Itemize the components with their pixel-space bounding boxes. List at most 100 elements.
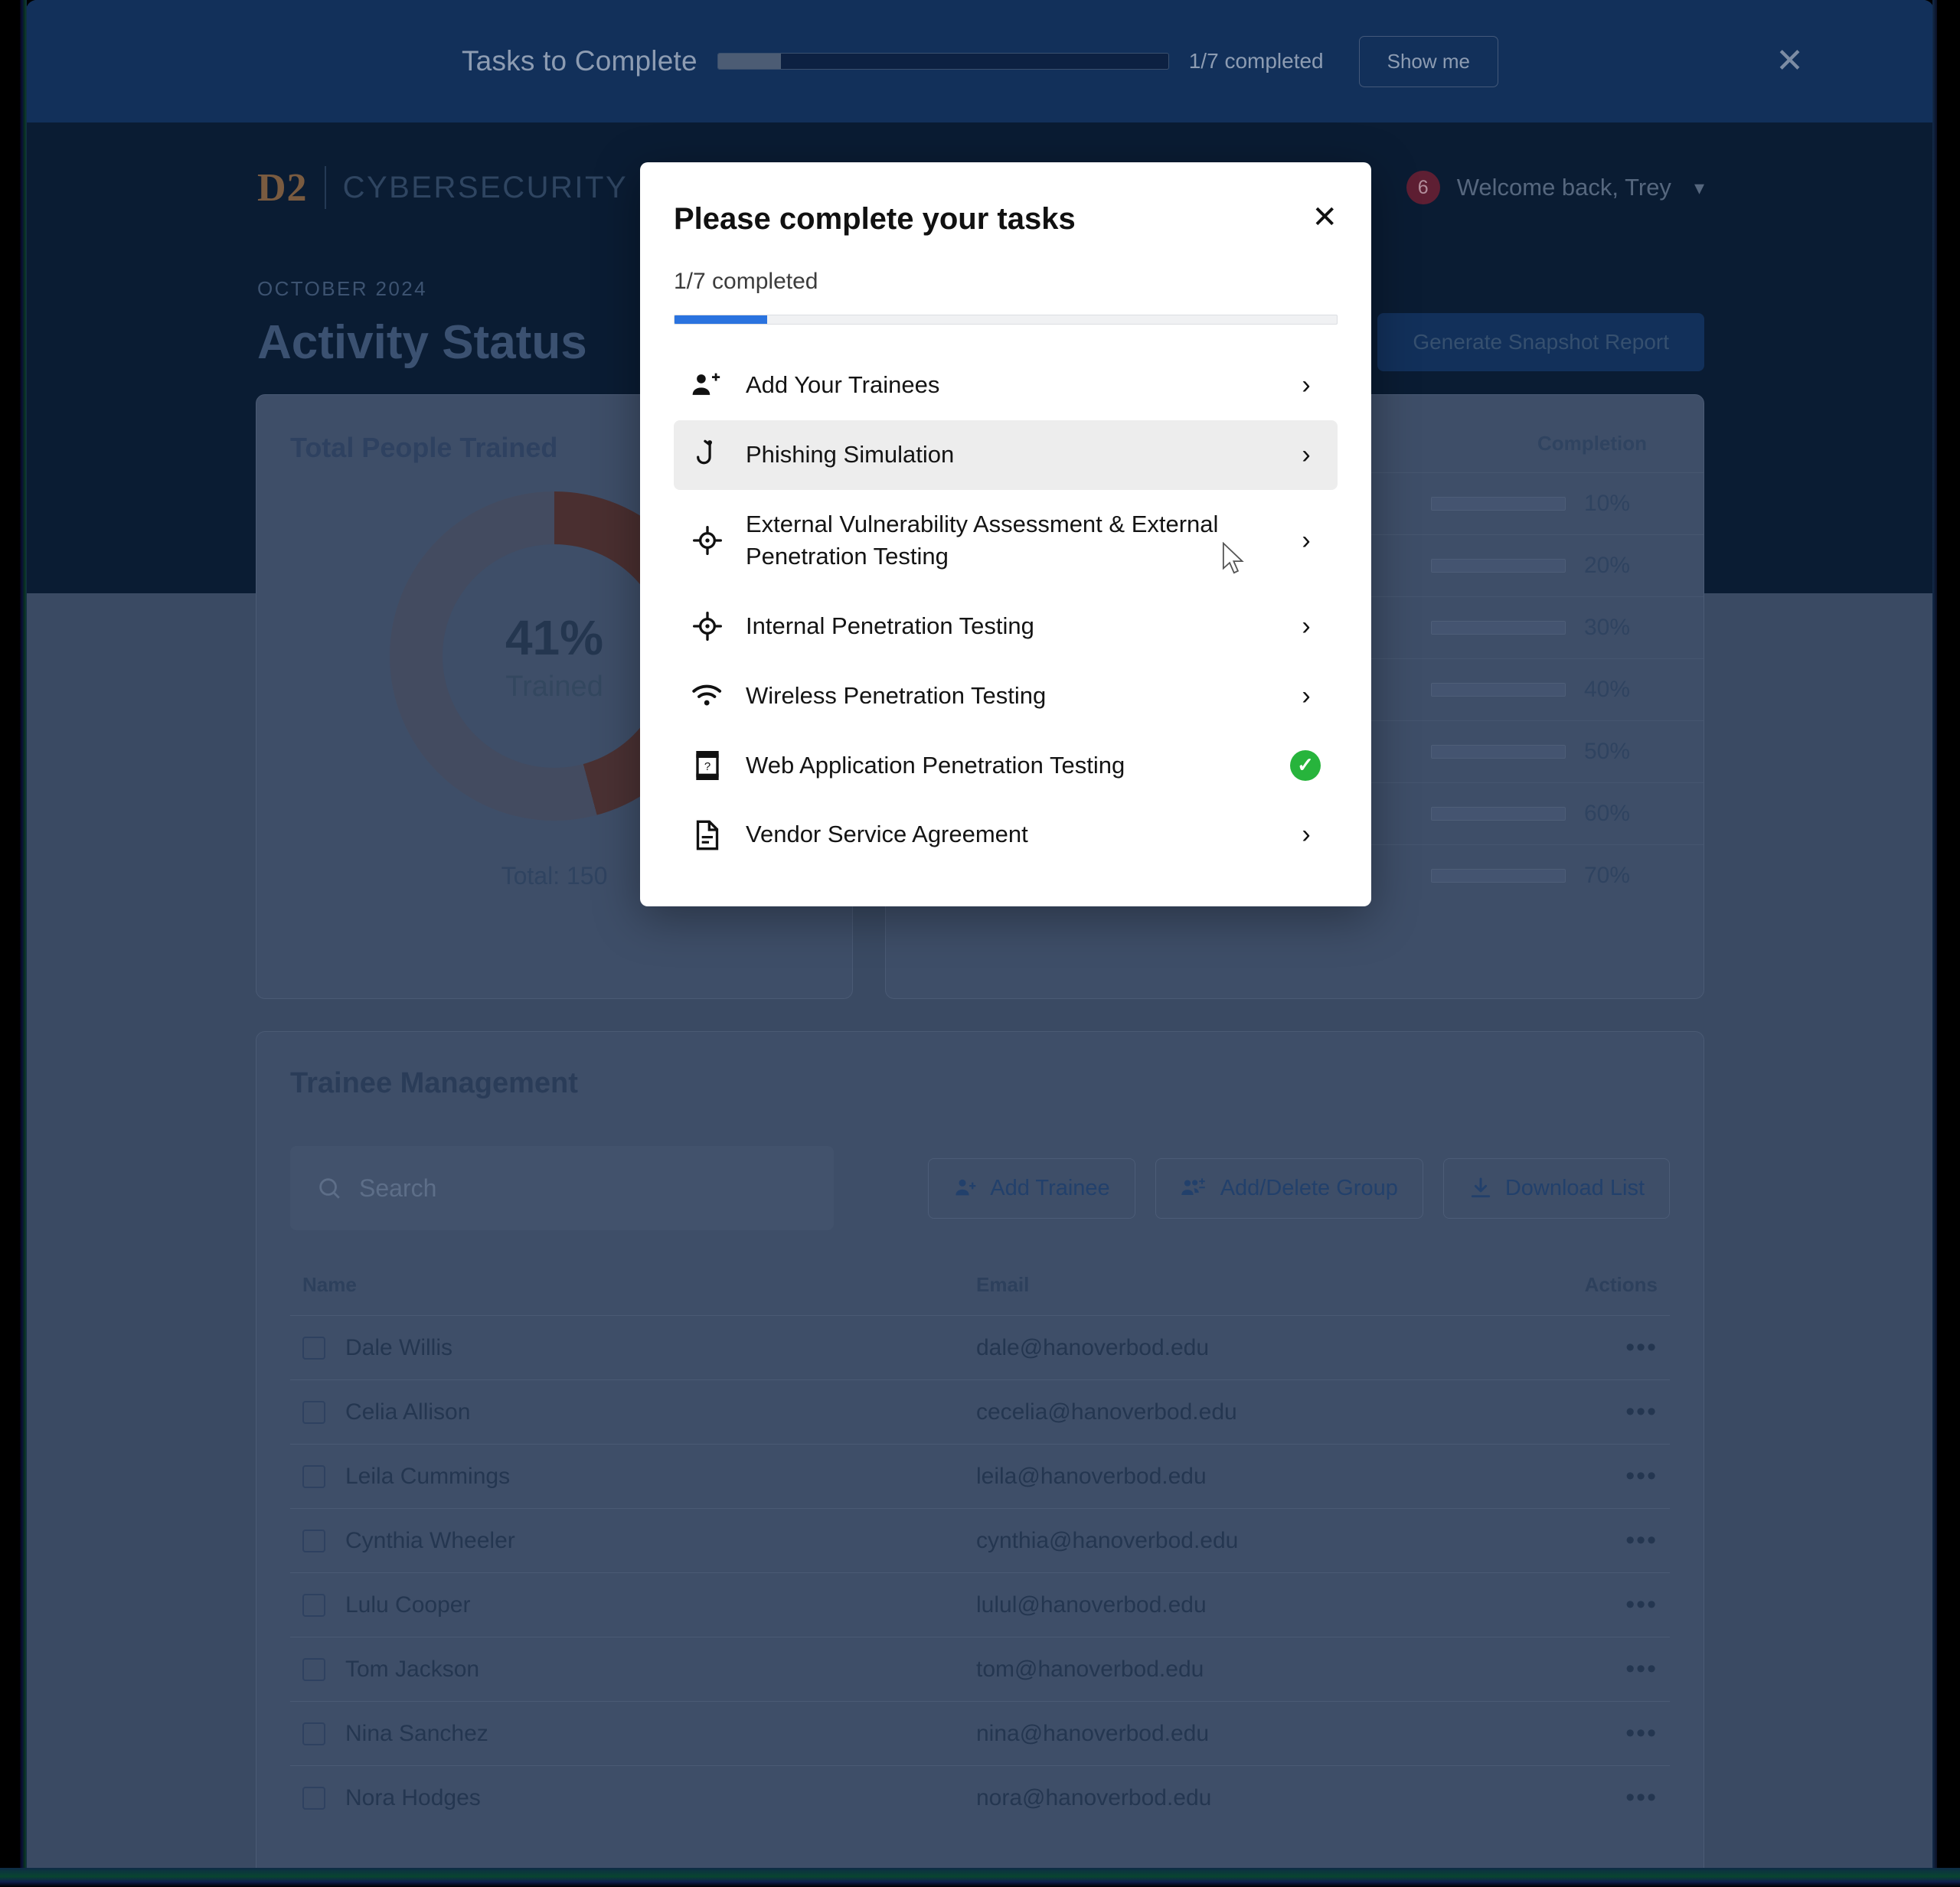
row-checkbox[interactable] bbox=[302, 1657, 325, 1681]
add-trainee-label: Add Trainee bbox=[990, 1175, 1110, 1200]
chevron-right-icon[interactable]: › bbox=[1292, 681, 1321, 711]
trainee-name: Leila Cummings bbox=[345, 1463, 511, 1489]
table-row[interactable]: Nora Hodges nora@hanoverbod.edu ••• bbox=[290, 1765, 1670, 1830]
user-menu[interactable]: 6 Welcome back, Trey ▾ bbox=[1406, 171, 1704, 204]
mouse-cursor bbox=[1222, 542, 1244, 574]
logo-wordmark: CYBERSECURITY bbox=[342, 170, 629, 204]
row-actions-menu-icon[interactable]: ••• bbox=[1566, 1397, 1658, 1427]
row-checkbox[interactable] bbox=[302, 1464, 325, 1488]
chevron-right-icon[interactable]: › bbox=[1292, 371, 1321, 400]
task-label: Internal Penetration Testing bbox=[746, 612, 1034, 640]
fish-hook-icon bbox=[691, 439, 724, 470]
row-checkbox[interactable] bbox=[302, 1786, 325, 1810]
trainee-management-card: Trainee Management Search Add Trainee Ad… bbox=[256, 1031, 1704, 1887]
page-title: Activity Status bbox=[257, 315, 587, 369]
add-delete-group-button[interactable]: Add/Delete Group bbox=[1155, 1157, 1423, 1219]
window-left-edge bbox=[20, 0, 27, 1887]
completion-progress-bar bbox=[1431, 683, 1566, 697]
task-list-item[interactable]: Add Your Trainees › bbox=[674, 351, 1338, 420]
completion-progress-bar bbox=[1431, 745, 1566, 759]
table-row[interactable]: Cynthia Wheeler cynthia@hanoverbod.edu ••• bbox=[290, 1508, 1670, 1572]
trainee-email: nora@hanoverbod.edu bbox=[976, 1784, 1212, 1810]
modal-title: Please complete your tasks bbox=[674, 202, 1076, 236]
trainee-name: Nina Sanchez bbox=[345, 1720, 488, 1746]
modal-progress-fill bbox=[675, 315, 768, 324]
trainee-email: cecelia@hanoverbod.edu bbox=[976, 1399, 1237, 1425]
download-icon bbox=[1471, 1177, 1490, 1198]
table-row[interactable]: Nina Sanchez nina@hanoverbod.edu ••• bbox=[290, 1701, 1670, 1765]
completion-progress-bar bbox=[1431, 497, 1566, 511]
row-checkbox[interactable] bbox=[302, 1529, 325, 1552]
close-icon[interactable]: ✕ bbox=[1312, 202, 1338, 233]
search-input[interactable]: Search bbox=[290, 1146, 834, 1230]
notification-badge[interactable]: 6 bbox=[1406, 171, 1440, 204]
row-actions-menu-icon[interactable]: ••• bbox=[1566, 1590, 1658, 1620]
row-checkbox[interactable] bbox=[302, 1722, 325, 1745]
web-app-icon: ? bbox=[691, 750, 724, 781]
chevron-down-icon[interactable]: ▾ bbox=[1694, 176, 1704, 200]
table-row[interactable]: Leila Cummings leila@hanoverbod.edu ••• bbox=[290, 1444, 1670, 1508]
task-list-item[interactable]: Vendor Service Agreement › bbox=[674, 800, 1338, 870]
column-header-actions: Actions bbox=[1584, 1273, 1658, 1296]
completion-percent-label: 30% bbox=[1584, 615, 1631, 640]
table-row[interactable]: Lulu Cooper lulul@hanoverbod.edu ••• bbox=[290, 1572, 1670, 1637]
table-row[interactable]: Dale Willis dale@hanoverbod.edu ••• bbox=[290, 1315, 1670, 1379]
donut-center-value: 41% bbox=[505, 609, 604, 665]
trainee-name: Lulu Cooper bbox=[345, 1592, 471, 1618]
window-right-edge bbox=[1932, 0, 1937, 1887]
task-label: External Vulnerability Assessment & Exte… bbox=[746, 510, 1219, 570]
row-actions-menu-icon[interactable]: ••• bbox=[1566, 1783, 1658, 1813]
trainee-email: leila@hanoverbod.edu bbox=[976, 1463, 1207, 1489]
row-actions-menu-icon[interactable]: ••• bbox=[1566, 1526, 1658, 1556]
group-edit-icon bbox=[1181, 1178, 1205, 1195]
banner-progress-text: 1/7 completed bbox=[1188, 49, 1324, 73]
table-header: Name Email Actions bbox=[290, 1273, 1670, 1315]
row-actions-menu-icon[interactable]: ••• bbox=[1566, 1719, 1658, 1748]
column-header-name: Name bbox=[302, 1273, 357, 1296]
task-list-item[interactable]: Wireless Penetration Testing › bbox=[674, 661, 1338, 731]
task-list-item[interactable]: Internal Penetration Testing › bbox=[674, 592, 1338, 661]
add-delete-group-label: Add/Delete Group bbox=[1220, 1175, 1398, 1200]
table-row[interactable]: Tom Jackson tom@hanoverbod.edu ••• bbox=[290, 1637, 1670, 1701]
close-icon[interactable]: ✕ bbox=[1775, 44, 1804, 78]
completion-percent-label: 40% bbox=[1584, 677, 1631, 702]
task-list-item[interactable]: Phishing Simulation › bbox=[674, 420, 1338, 490]
completion-progress-bar bbox=[1431, 807, 1566, 821]
app-window: Tasks to Complete 1/7 completed Show me … bbox=[26, 0, 1934, 1887]
tasks-banner: Tasks to Complete 1/7 completed Show me … bbox=[26, 0, 1934, 122]
trainee-name: Tom Jackson bbox=[345, 1656, 480, 1682]
table-row[interactable]: Celia Allison cecelia@hanoverbod.edu ••• bbox=[290, 1379, 1670, 1444]
trainee-email: nina@hanoverbod.edu bbox=[976, 1720, 1210, 1746]
row-actions-menu-icon[interactable]: ••• bbox=[1566, 1333, 1658, 1363]
row-checkbox[interactable] bbox=[302, 1336, 325, 1360]
column-header-email: Email bbox=[976, 1273, 1030, 1296]
chevron-right-icon[interactable]: › bbox=[1292, 526, 1321, 556]
brand-logo[interactable]: D2 CYBERSECURITY bbox=[257, 165, 628, 211]
tasks-modal: Please complete your tasks ✕ 1/7 complet… bbox=[640, 162, 1371, 907]
welcome-text: Welcome back, Trey bbox=[1456, 174, 1671, 201]
check-circle-icon: ✓ bbox=[1290, 749, 1321, 781]
chevron-right-icon[interactable]: › bbox=[1292, 820, 1321, 850]
generate-snapshot-report-button[interactable]: Generate Snapshot Report bbox=[1377, 313, 1704, 371]
modal-progress-bar bbox=[674, 315, 1338, 325]
chevron-right-icon[interactable]: › bbox=[1292, 440, 1321, 470]
trainee-name: Celia Allison bbox=[345, 1399, 471, 1425]
completion-percent-label: 60% bbox=[1584, 801, 1631, 826]
task-label: Web Application Penetration Testing bbox=[746, 751, 1125, 779]
completion-percent-label: 50% bbox=[1584, 739, 1631, 764]
download-list-button[interactable]: Download List bbox=[1442, 1157, 1670, 1219]
row-actions-menu-icon[interactable]: ••• bbox=[1566, 1654, 1658, 1684]
add-trainee-button[interactable]: Add Trainee bbox=[928, 1157, 1135, 1219]
person-add-icon bbox=[956, 1179, 976, 1196]
row-checkbox[interactable] bbox=[302, 1593, 325, 1617]
row-checkbox[interactable] bbox=[302, 1400, 325, 1424]
row-actions-menu-icon[interactable]: ••• bbox=[1566, 1461, 1658, 1491]
task-list-item[interactable]: ? Web Application Penetration Testing ✓ bbox=[674, 731, 1338, 801]
completion-progress-bar bbox=[1431, 869, 1566, 883]
trainee-email: cynthia@hanoverbod.edu bbox=[976, 1527, 1239, 1553]
download-list-label: Download List bbox=[1504, 1175, 1645, 1200]
show-me-button[interactable]: Show me bbox=[1358, 35, 1499, 87]
modal-progress-text: 1/7 completed bbox=[674, 269, 818, 294]
trainee-email: lulul@hanoverbod.edu bbox=[976, 1592, 1207, 1618]
chevron-right-icon[interactable]: › bbox=[1292, 612, 1321, 642]
